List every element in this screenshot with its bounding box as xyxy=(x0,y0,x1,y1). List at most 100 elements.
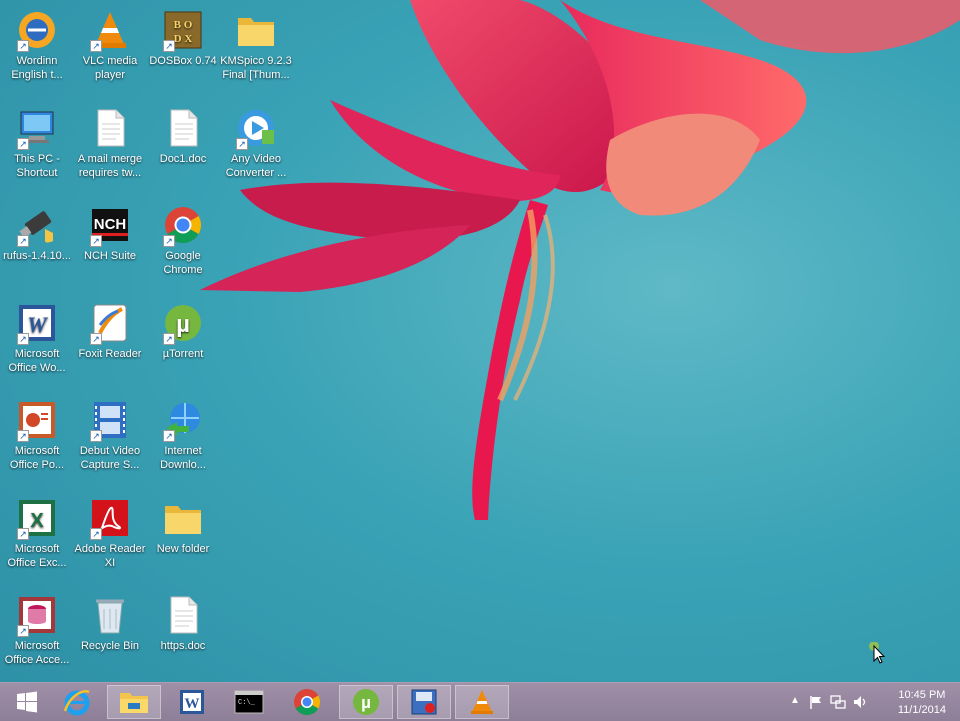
access-icon: ↗ xyxy=(15,593,59,637)
desktop-icon-label: Doc1.doc xyxy=(159,153,207,165)
svg-text:X: X xyxy=(30,510,44,532)
action-center-flag-icon[interactable] xyxy=(808,694,824,710)
desktop-icon[interactable]: NCH ↗ NCH Suite xyxy=(73,203,147,263)
recycle-bin-icon xyxy=(88,593,132,637)
taskbar-internet-explorer[interactable] xyxy=(50,685,104,719)
desktop-icon-label: DOSBox 0.74 xyxy=(149,55,217,67)
desktop-icon[interactable]: ↗ Wordinn English t... xyxy=(0,8,74,82)
shortcut-arrow-icon: ↗ xyxy=(17,528,29,540)
desktop-icon-label: NCH Suite xyxy=(84,250,136,262)
taskbar-clock[interactable]: 10:45 PM 11/1/2014 xyxy=(898,688,946,718)
shortcut-arrow-icon: ↗ xyxy=(163,430,175,442)
vlc-icon: ↗ xyxy=(88,8,132,52)
desktop-icon[interactable]: https.doc xyxy=(146,593,220,653)
desktop-icon-label: VLC media player xyxy=(82,55,138,81)
desktop-icon[interactable]: ↗ Microsoft Office Po... xyxy=(0,398,74,472)
volume-icon[interactable] xyxy=(852,694,868,710)
desktop-icon-label: Microsoft Office Acce... xyxy=(4,640,70,666)
vlc-icon xyxy=(471,690,493,714)
word-icon: W ↗ xyxy=(15,301,59,345)
desktop-icon-label: Microsoft Office Wo... xyxy=(8,348,66,374)
taskbar-command-prompt[interactable]: C:\_ xyxy=(222,685,276,719)
svg-text:C:\_: C:\_ xyxy=(238,699,256,707)
desktop-icon-label: Microsoft Office Po... xyxy=(9,445,65,471)
system-tray: ▲ 10:45 PM 11/1/2014 xyxy=(790,683,960,721)
document-icon xyxy=(161,106,205,150)
taskbar-debut-capture[interactable] xyxy=(397,685,451,719)
nch-icon: NCH ↗ xyxy=(88,203,132,247)
desktop-icon[interactable]: KMSpico 9.2.3 Final [Thum... xyxy=(219,8,293,82)
desktop-icon[interactable]: ↗ Debut Video Capture S... xyxy=(73,398,147,472)
shortcut-arrow-icon: ↗ xyxy=(17,333,29,345)
mouse-cursor-icon xyxy=(869,642,886,664)
film-icon: ↗ xyxy=(88,398,132,442)
network-icon[interactable] xyxy=(830,694,846,710)
desktop-icon-label: KMSpico 9.2.3 Final [Thum... xyxy=(220,55,292,81)
desktop-icon-label: https.doc xyxy=(160,640,206,652)
folder-icon xyxy=(161,496,205,540)
shortcut-arrow-icon: ↗ xyxy=(163,235,175,247)
shortcut-arrow-icon: ↗ xyxy=(17,235,29,247)
desktop-icon-label: rufus-1.4.10... xyxy=(3,250,71,262)
desktop-icon-label: Foxit Reader xyxy=(78,348,142,360)
desktop-icon[interactable]: W ↗ Microsoft Office Wo... xyxy=(0,301,74,375)
shortcut-arrow-icon: ↗ xyxy=(90,528,102,540)
show-hidden-icons-icon[interactable]: ▲ xyxy=(790,695,806,711)
desktop-icon[interactable]: µ ↗ µTorrent xyxy=(146,301,220,361)
desktop-icon[interactable]: ↗ Microsoft Office Acce... xyxy=(0,593,74,667)
shortcut-arrow-icon: ↗ xyxy=(90,333,102,345)
desktop-icon[interactable]: New folder xyxy=(146,496,220,556)
desktop-icon[interactable]: ↗ Adobe Reader XI xyxy=(73,496,147,570)
shortcut-arrow-icon: ↗ xyxy=(90,430,102,442)
svg-text:D X: D X xyxy=(174,33,193,45)
desktop-icon[interactable]: ↗ Foxit Reader xyxy=(73,301,147,361)
taskbar: W C:\_ µ ▲ 10:45 PM 11/1/2014 xyxy=(0,682,960,721)
desktop-icon-label: Google Chrome xyxy=(163,250,203,276)
debut-capture-icon xyxy=(411,689,437,715)
desktop-icon[interactable]: ↗ VLC media player xyxy=(73,8,147,82)
taskbar-utorrent[interactable]: µ xyxy=(339,685,393,719)
desktop-icon-label: This PC - Shortcut xyxy=(14,153,60,179)
shortcut-arrow-icon: ↗ xyxy=(90,235,102,247)
folder-icon xyxy=(234,8,278,52)
desktop-icon[interactable]: ↗ Google Chrome xyxy=(146,203,220,277)
wordinn-icon: ↗ xyxy=(15,8,59,52)
desktop-icon[interactable]: Recycle Bin xyxy=(73,593,147,653)
taskbar-chrome[interactable] xyxy=(280,685,334,719)
document-icon xyxy=(161,593,205,637)
file-explorer-icon xyxy=(120,693,148,713)
shortcut-arrow-icon: ↗ xyxy=(90,40,102,52)
desktop-icon[interactable]: X ↗ Microsoft Office Exc... xyxy=(0,496,74,570)
dosbox-icon: B O D X ↗ xyxy=(161,8,205,52)
chrome-icon xyxy=(294,689,321,716)
chrome-icon: ↗ xyxy=(161,203,205,247)
clock-date: 11/1/2014 xyxy=(897,704,946,716)
usb-drive-icon: ↗ xyxy=(15,203,59,247)
taskbar-vlc[interactable] xyxy=(455,685,509,719)
desktop-icon[interactable]: ↗ Internet Downlo... xyxy=(146,398,220,472)
shortcut-arrow-icon: ↗ xyxy=(17,138,29,150)
svg-text:NCH: NCH xyxy=(94,216,127,233)
desktop-icon-label: Microsoft Office Exc... xyxy=(7,543,67,569)
start-button[interactable] xyxy=(0,685,54,719)
windows-logo-icon xyxy=(17,691,37,713)
taskbar-file-explorer[interactable] xyxy=(107,685,161,719)
desktop-icon[interactable]: A mail merge requires tw... xyxy=(73,106,147,180)
desktop-icon-label: Debut Video Capture S... xyxy=(79,445,141,471)
desktop-icon[interactable]: ↗ This PC - Shortcut xyxy=(0,106,74,180)
clock-time: 10:45 PM xyxy=(898,689,946,701)
svg-text:W: W xyxy=(185,696,200,712)
excel-icon: X ↗ xyxy=(15,496,59,540)
desktop-icon-label: Any Video Converter ... xyxy=(225,153,287,179)
utorrent-icon: µ ↗ xyxy=(161,301,205,345)
desktop-icon[interactable]: B O D X ↗ DOSBox 0.74 xyxy=(146,8,220,68)
desktop-icon-label: New folder xyxy=(156,543,210,555)
desktop-icon-label: Adobe Reader XI xyxy=(74,543,146,569)
svg-text:µ: µ xyxy=(361,693,371,712)
taskbar-word[interactable]: W xyxy=(165,685,219,719)
desktop-icon-label: Recycle Bin xyxy=(80,640,140,652)
desktop-icon-label: Wordinn English t... xyxy=(11,55,63,81)
desktop-icon[interactable]: Doc1.doc xyxy=(146,106,220,166)
desktop-icon[interactable]: ↗ Any Video Converter ... xyxy=(219,106,293,180)
desktop-icon[interactable]: ↗ rufus-1.4.10... xyxy=(0,203,74,263)
